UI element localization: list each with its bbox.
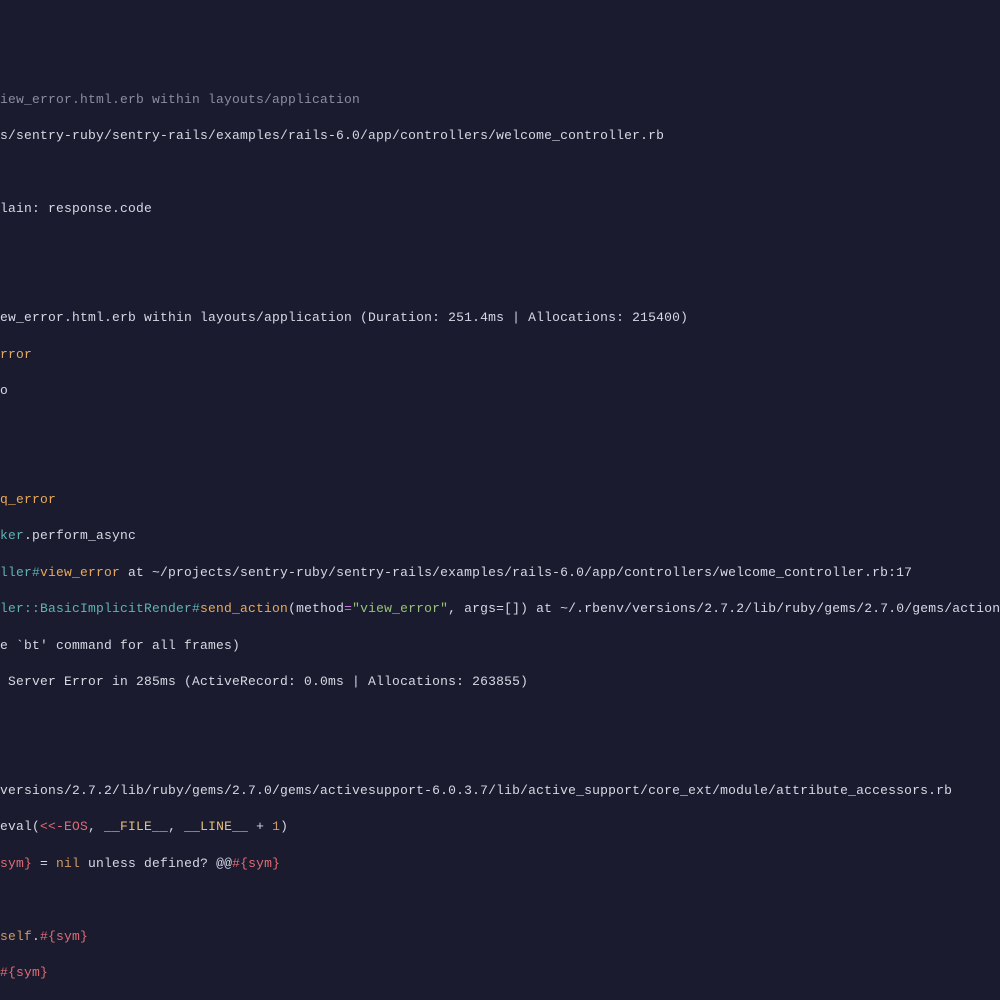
log-line: rror — [0, 346, 1000, 364]
stacktrace-line: ler::BasicImplicitRender#send_action(met… — [0, 600, 1000, 618]
magic-constant: __LINE__ — [184, 819, 248, 834]
interpolation: sym} — [0, 856, 32, 871]
class-name: ller# — [0, 565, 40, 580]
blank-line — [0, 236, 1000, 254]
blank-line — [0, 709, 1000, 727]
stacktrace-line: ller#view_error at ~/projects/sentry-rub… — [0, 564, 1000, 582]
text: ( — [288, 601, 296, 616]
keyword: self — [0, 929, 32, 944]
magic-constant: __FILE__ — [104, 819, 168, 834]
text: . — [32, 929, 40, 944]
log-line: versions/2.7.2/lib/ruby/gems/2.7.0/gems/… — [0, 782, 1000, 800]
text: , — [168, 819, 184, 834]
method-name: view_error — [40, 565, 120, 580]
log-line: ker.perform_async — [0, 527, 1000, 545]
text: .perform_async — [24, 528, 136, 543]
text: o — [0, 383, 8, 398]
param-name: method — [296, 601, 344, 616]
log-line: ew_error.html.erb within layouts/applica… — [0, 309, 1000, 327]
blank-line — [0, 746, 1000, 764]
log-line: Server Error in 285ms (ActiveRecord: 0.0… — [0, 673, 1000, 691]
text: , — [448, 601, 464, 616]
method-name: send_action — [200, 601, 288, 616]
text: Server Error in 285ms (ActiveRecord: 0.0… — [0, 674, 528, 689]
text: = — [32, 856, 56, 871]
text: ) — [280, 819, 288, 834]
code-line: #{sym} — [0, 964, 1000, 982]
code-line: sym} = nil unless defined? @@#{sym} — [0, 855, 1000, 873]
terminal-output: iew_error.html.erb within layouts/applic… — [0, 73, 1000, 1000]
text: =[]) at ~/.rbenv/versions/2.7.2/lib/ruby… — [496, 601, 1000, 616]
text: = — [344, 601, 352, 616]
param-name: args — [464, 601, 496, 616]
blank-line — [0, 891, 1000, 909]
text: versions/2.7.2/lib/ruby/gems/2.7.0/gems/… — [0, 783, 952, 798]
keyword: nil — [56, 856, 80, 871]
text: rror — [0, 347, 32, 362]
blank-line — [0, 455, 1000, 473]
text: s/sentry-ruby/sentry-rails/examples/rail… — [0, 128, 664, 143]
text: iew_error.html.erb within layouts/applic… — [0, 92, 360, 107]
log-line: o — [0, 382, 1000, 400]
interpolation: #{sym} — [232, 856, 280, 871]
text: unless defined? @@ — [80, 856, 232, 871]
text: lain: response.code — [0, 201, 152, 216]
interpolation: #{sym} — [0, 965, 48, 980]
number-literal: 1 — [272, 819, 280, 834]
text: ew_error.html.erb within layouts/applica… — [0, 310, 688, 325]
log-line: iew_error.html.erb within layouts/applic… — [0, 91, 1000, 109]
log-line: lain: response.code — [0, 200, 1000, 218]
blank-line — [0, 273, 1000, 291]
text: + — [248, 819, 272, 834]
blank-line — [0, 164, 1000, 182]
class-name: ker — [0, 528, 24, 543]
text: eval( — [0, 819, 40, 834]
interpolation: #{sym} — [40, 929, 88, 944]
log-line: q_error — [0, 491, 1000, 509]
code-line: eval(<<-EOS, __FILE__, __LINE__ + 1) — [0, 818, 1000, 836]
blank-line — [0, 418, 1000, 436]
text: at ~/projects/sentry-ruby/sentry-rails/e… — [120, 565, 912, 580]
string-literal: "view_error" — [352, 601, 448, 616]
text: e `bt' command for all frames) — [0, 638, 240, 653]
code-line: self.#{sym} — [0, 928, 1000, 946]
text: , — [88, 819, 104, 834]
class-name: ler::BasicImplicitRender# — [0, 601, 200, 616]
heredoc: <<-EOS — [40, 819, 88, 834]
log-line: e `bt' command for all frames) — [0, 637, 1000, 655]
log-line: s/sentry-ruby/sentry-rails/examples/rail… — [0, 127, 1000, 145]
